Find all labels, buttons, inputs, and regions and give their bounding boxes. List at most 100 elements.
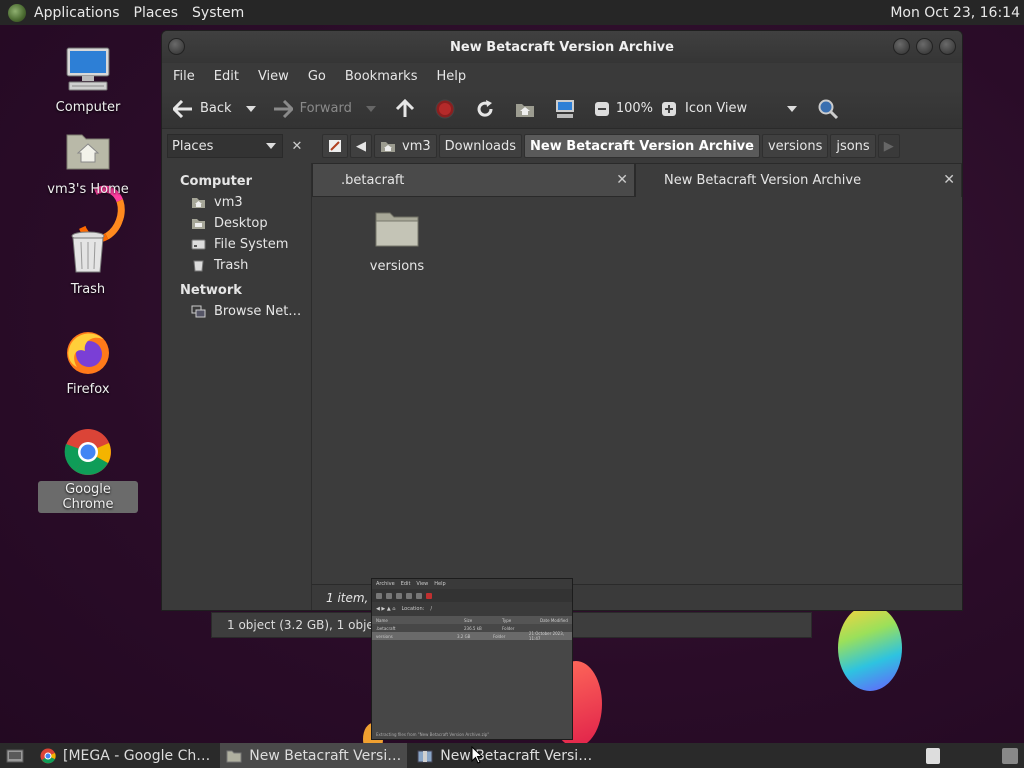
home-icon <box>514 98 536 120</box>
folder-icon <box>226 748 242 764</box>
file-view: .betacraft ✕ New Betacraft Version Archi… <box>312 163 962 610</box>
breadcrumb-versions[interactable]: versions <box>761 134 829 158</box>
sidebar-heading-network: Network <box>180 283 242 298</box>
window-titlebar[interactable]: New Betacraft Version Archive <box>162 31 962 63</box>
chevron-down-icon[interactable] <box>245 105 256 112</box>
menu-applications[interactable]: Applications <box>34 5 120 21</box>
sidebar-item-browse-network[interactable]: Browse Net… <box>162 301 311 322</box>
menu-places[interactable]: Places <box>134 5 179 21</box>
sidebar-item-trash[interactable]: Trash <box>162 255 311 276</box>
chevron-down-icon <box>787 105 798 112</box>
view-mode-label: Icon View <box>685 101 748 116</box>
forward-button[interactable]: Forward <box>272 98 376 120</box>
task-file-manager[interactable]: New Betacraft Versi… <box>220 743 408 768</box>
arrow-right-icon <box>272 98 294 120</box>
back-button[interactable]: Back <box>172 98 256 120</box>
menu-file[interactable]: File <box>173 69 195 84</box>
folder-icon <box>375 212 419 247</box>
desktop-icon-home[interactable]: vm3's Home <box>38 127 138 198</box>
window-preview-thumbnail[interactable]: Archive Edit View Help ◀ ▶ ▲ ⌂ Location: /… <box>371 578 573 740</box>
archive-icon <box>417 748 433 764</box>
clock[interactable]: Mon Oct 23, 16:14 <box>890 5 1020 21</box>
trash-applet-icon[interactable] <box>926 747 940 764</box>
breadcrumb-current[interactable]: New Betacraft Version Archive <box>524 134 760 158</box>
sidebar-item-vm3[interactable]: vm3 <box>162 192 311 213</box>
tab-betacraft[interactable]: .betacraft ✕ <box>312 163 635 197</box>
back-label: Back <box>200 101 232 116</box>
zoom-out-icon <box>594 98 610 120</box>
desktop-icon-firefox[interactable]: Firefox <box>38 327 138 398</box>
tab-bar: .betacraft ✕ New Betacraft Version Archi… <box>312 163 962 197</box>
tab-new-betacraft-version-archive[interactable]: New Betacraft Version Archive ✕ <box>635 163 962 197</box>
trash-icon <box>191 259 206 272</box>
task-chrome-mega[interactable]: [MEGA - Google Ch… <box>34 743 216 768</box>
task-label: New Betacraft Versi… <box>249 747 402 764</box>
drive-icon <box>191 238 206 251</box>
desktop-icon-label: Trash <box>70 282 106 297</box>
places-combo[interactable]: Places <box>167 134 283 158</box>
desktop-icon-trash[interactable]: Trash <box>38 227 138 298</box>
window-title: New Betacraft Version Archive <box>450 39 674 55</box>
computer-icon <box>554 98 576 120</box>
view-mode-select[interactable]: Icon View <box>685 101 798 116</box>
folder-item-versions[interactable]: versions <box>362 209 432 274</box>
edit-icon <box>329 140 341 152</box>
up-button[interactable] <box>394 98 422 120</box>
edit-location-button[interactable] <box>322 134 348 158</box>
top-panel: Applications Places System Mon Oct 23, 1… <box>0 0 1024 25</box>
stop-icon <box>434 98 456 120</box>
reload-button[interactable] <box>474 98 502 120</box>
close-icon[interactable]: ✕ <box>616 172 628 188</box>
home-button[interactable] <box>514 98 542 120</box>
menu-go[interactable]: Go <box>308 69 326 84</box>
menu-system[interactable]: System <box>192 5 244 21</box>
breadcrumb-prev-button[interactable]: ◀ <box>350 134 372 158</box>
desktop-icon-label: Computer <box>55 100 121 115</box>
breadcrumb-jsons[interactable]: jsons <box>830 134 876 158</box>
show-desktop-button[interactable] <box>0 743 30 768</box>
task-archive-manager[interactable]: New Betacraft Versi… <box>411 743 598 768</box>
close-icon[interactable]: ✕ <box>943 172 955 188</box>
maximize-button[interactable] <box>916 38 933 55</box>
stop-button[interactable] <box>434 98 462 120</box>
preview-location: ◀ ▶ ▲ ⌂ Location: / <box>372 602 572 616</box>
toolbar: Back Forward 100% Icon View <box>162 89 962 129</box>
computer-button[interactable] <box>554 98 582 120</box>
zoom-out-button[interactable] <box>594 98 610 120</box>
tab-label: New Betacraft Version Archive <box>664 173 862 188</box>
breadcrumb-next-button[interactable]: ▶ <box>877 134 900 158</box>
window-menu-button[interactable] <box>168 38 185 55</box>
location-row: Places ✕ ◀ vm3 Downloads New Betacraft V… <box>162 129 962 163</box>
minimize-button[interactable] <box>893 38 910 55</box>
menu-bookmarks[interactable]: Bookmarks <box>345 69 418 84</box>
breadcrumb-vm3[interactable]: vm3 <box>374 134 437 158</box>
desktop-icon-computer[interactable]: Computer <box>38 45 138 116</box>
folder-label: versions <box>369 259 425 274</box>
desktop-icon-label: Firefox <box>66 382 110 397</box>
desktop-icon-chrome[interactable]: Google Chrome <box>38 427 138 513</box>
sidebar-item-desktop[interactable]: Desktop <box>162 213 311 234</box>
menu-view[interactable]: View <box>258 69 289 84</box>
search-button[interactable] <box>817 98 845 120</box>
workspace-switcher[interactable] <box>1002 747 1018 764</box>
zoom-in-button[interactable] <box>661 98 677 120</box>
close-sidebar-icon[interactable]: ✕ <box>286 139 308 154</box>
computer-icon <box>63 45 113 95</box>
zoom-in-icon <box>661 98 677 120</box>
breadcrumb-downloads[interactable]: Downloads <box>438 134 523 158</box>
chevron-down-icon[interactable] <box>365 105 376 112</box>
desktop-icon-label: vm3's Home <box>47 182 129 197</box>
task-label: New Betacraft Versi… <box>440 747 593 764</box>
menu-edit[interactable]: Edit <box>214 69 239 84</box>
close-button[interactable] <box>939 38 956 55</box>
tab-label: .betacraft <box>341 172 405 188</box>
home-icon <box>191 196 206 209</box>
chrome-icon <box>40 748 56 764</box>
wallpaper-shape <box>838 605 902 691</box>
show-desktop-icon <box>6 749 24 762</box>
preview-row: versions 3.2 GB Folder 21 October 2023, … <box>372 631 572 641</box>
sidebar-item-filesystem[interactable]: File System <box>162 234 311 255</box>
menu-help[interactable]: Help <box>436 69 466 84</box>
desktop-folder-icon <box>191 217 206 230</box>
gnome-foot-icon[interactable] <box>8 3 26 22</box>
